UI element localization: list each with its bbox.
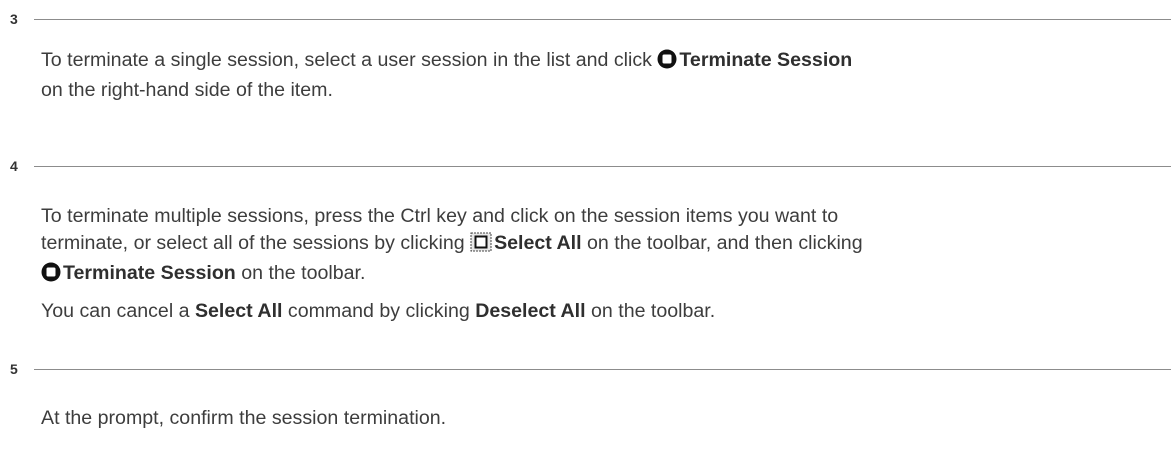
step-4: 4 (0, 157, 1171, 179)
deselect-all-label: Deselect All (475, 300, 586, 322)
step-3-text: To terminate a single session, select a … (41, 49, 658, 71)
step-number: 3 (10, 11, 18, 27)
step-5-paragraph: At the prompt, confirm the session termi… (41, 405, 1166, 432)
step-header: 4 (0, 157, 1171, 179)
terminate-session-label: Terminate Session (679, 49, 853, 71)
step-divider (34, 369, 1171, 370)
step-4-note-text: You can cancel a (41, 300, 195, 322)
terminate-session-icon (41, 262, 61, 290)
step-5-text: At the prompt, confirm the session termi… (41, 407, 447, 429)
step-4-text-line3: on the toolbar. (235, 262, 366, 284)
terminate-session-icon (657, 49, 677, 77)
step-header: 3 (0, 10, 1171, 32)
step-4-note-text: command by clicking (282, 300, 476, 322)
step-4-text-line2: terminate, or select all of the sessions… (41, 232, 471, 254)
step-header: 5 (0, 360, 1171, 382)
step-4-paragraph-1: To terminate multiple sessions, press th… (41, 203, 1166, 290)
terminate-session-label: Terminate Session (63, 262, 236, 284)
step-3: 3 (0, 10, 1171, 32)
step-3-paragraph: To terminate a single session, select a … (41, 47, 1166, 104)
step-4-text-line2-end: on the toolbar, and then clicking (581, 232, 863, 254)
step-divider (34, 19, 1171, 20)
select-all-label: Select All (494, 232, 582, 254)
step-3-text-line2: on the right-hand side of the item. (41, 79, 333, 101)
step-divider (34, 166, 1171, 167)
step-4-note-text: on the toolbar. (585, 300, 716, 322)
select-all-label: Select All (194, 300, 283, 322)
select-all-icon (470, 232, 492, 260)
step-4-text-line1: To terminate multiple sessions, press th… (41, 205, 839, 227)
step-number: 4 (10, 158, 18, 174)
step-number: 5 (10, 361, 18, 377)
step-4-paragraph-2: You can cancel a Select All command by c… (41, 298, 1166, 325)
step-5: 5 (0, 360, 1171, 382)
